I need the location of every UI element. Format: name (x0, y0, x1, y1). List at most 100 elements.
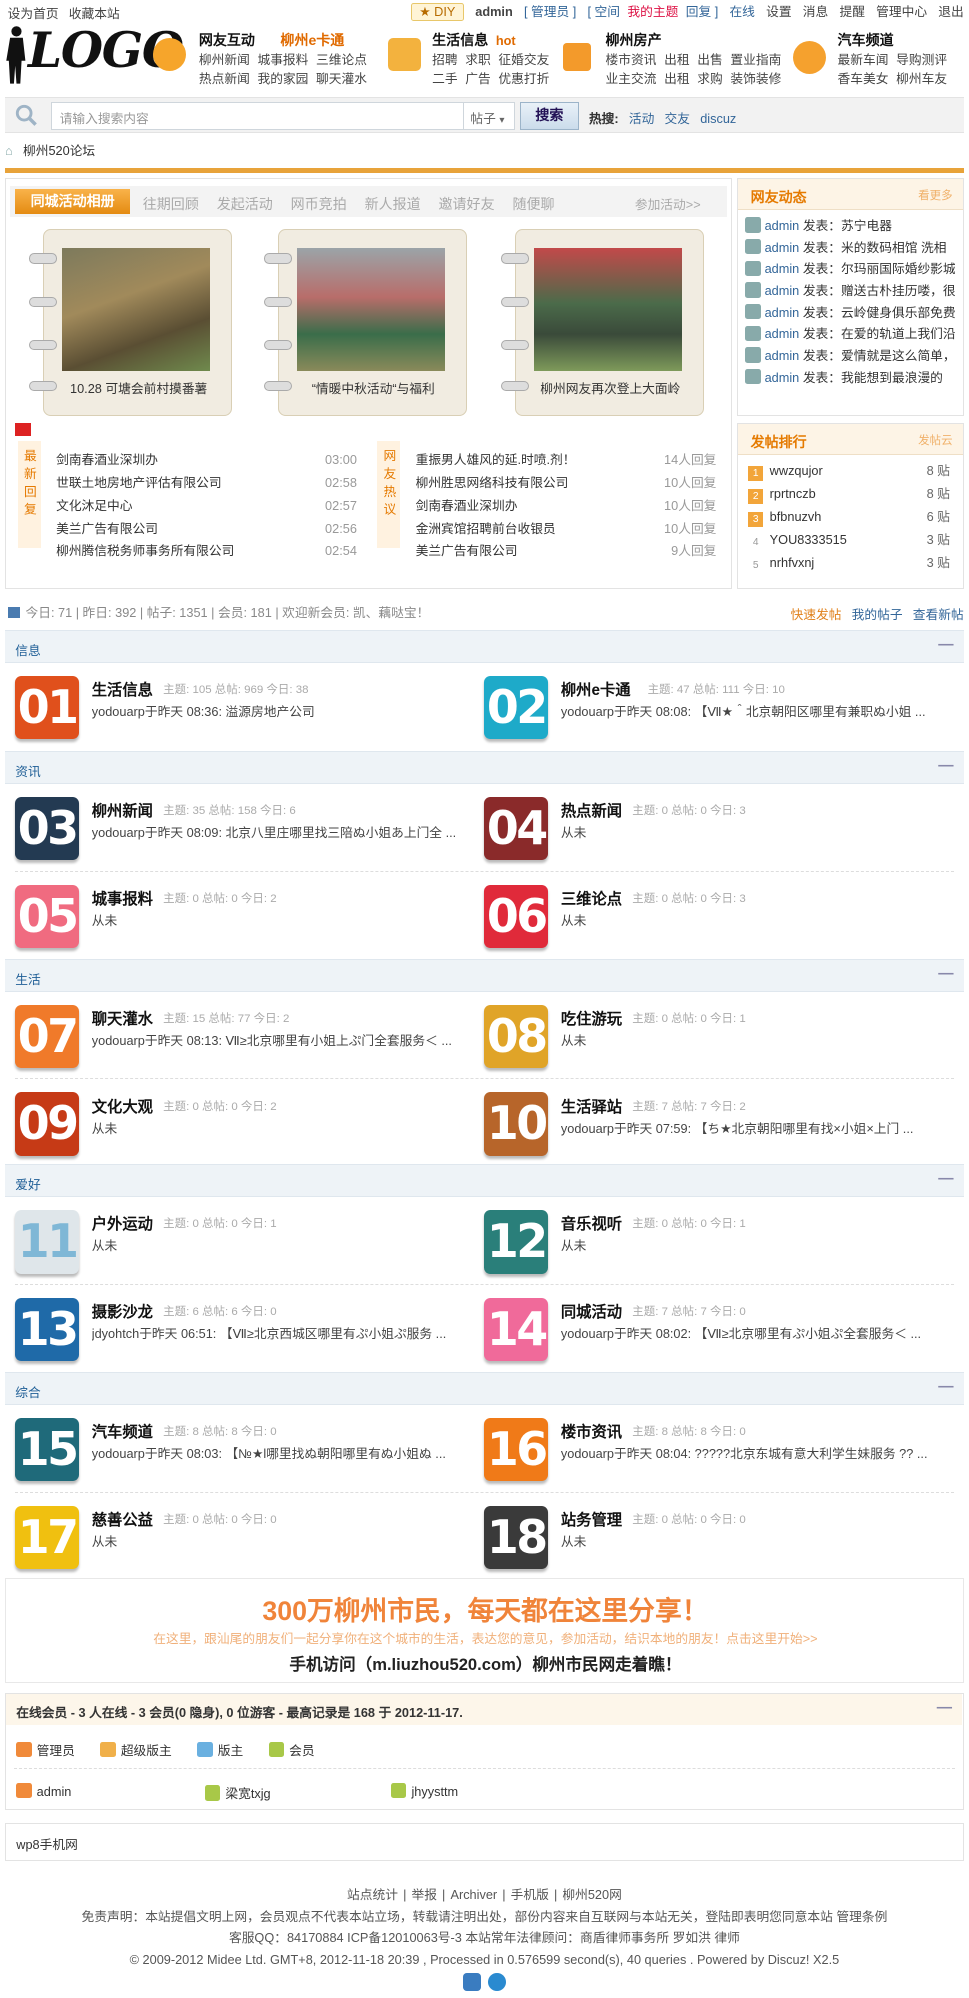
notices-link[interactable]: 提醒 (839, 4, 864, 19)
list-item[interactable]: 柳州腾信税务师事务所有限公司 02:54 (56, 540, 357, 563)
item-title[interactable]: 柳州腾信税务师事务所有限公司 (56, 543, 234, 558)
nav-link[interactable]: 城事报料 (257, 52, 308, 67)
forum-name[interactable]: 柳州新闻 (92, 799, 153, 821)
nav-link[interactable]: 聊天灌水 (316, 71, 367, 86)
forum-item[interactable]: 12 音乐视听 主题: 0 总帖: 0 今日: 1 从未 (474, 1200, 946, 1282)
forum-last-post[interactable]: 从未 (561, 1030, 943, 1049)
list-item[interactable]: 剑南春酒业深圳办 03:00 (56, 449, 357, 472)
feed-user[interactable]: admin (765, 261, 800, 276)
forum-number-icon[interactable]: 01 (15, 675, 79, 740)
nav-link[interactable]: 三维论点 (316, 52, 367, 67)
my-threads-link[interactable]: 我的主题 (627, 4, 678, 19)
nav-link[interactable]: 导购测评 (896, 52, 947, 67)
forum-number-icon[interactable]: 13 (15, 1297, 79, 1362)
feed-text[interactable]: 云岭健身俱乐部免费 (841, 305, 955, 320)
nav-title-car[interactable]: 汽车频道 (838, 32, 894, 48)
forum-last-post[interactable]: 从未 (561, 822, 943, 841)
nav-title-ecard[interactable]: 柳州e卡通 (280, 32, 344, 48)
forum-item[interactable]: 02 柳州e卡通 主题: 47 总帖: 111 今日: 10 yodouarp于昨天 … (474, 665, 946, 747)
forum-number-icon[interactable]: 06 (484, 884, 548, 949)
forum-last-post[interactable]: 从未 (92, 1118, 474, 1137)
feed-text[interactable]: 赠送古朴挂历喽，很 (841, 283, 955, 298)
forum-name[interactable]: 生活驿站 (561, 1095, 622, 1117)
footer-link[interactable]: Archiver (450, 1887, 497, 1902)
feed-text[interactable]: 苏宁电器 (841, 218, 892, 233)
collapse-icon[interactable]: — (938, 757, 953, 775)
photo-card[interactable]: “情暖中秋活动“与福利 (263, 229, 467, 416)
forum-number-icon[interactable]: 16 (484, 1417, 548, 1482)
feed-user[interactable]: admin (765, 326, 800, 341)
forum-number-icon[interactable]: 15 (15, 1417, 79, 1482)
promo-banner[interactable]: 300万柳州市民，每天都在这里分享！ 在这里，跟汕尾的朋友们一起分享你在这个城市… (5, 1578, 964, 1683)
forum-item[interactable]: 17 慈善公益 主题: 0 总帖: 0 今日: 0 从未 (5, 1495, 477, 1577)
forum-item[interactable]: 11 户外运动 主题: 0 总帖: 0 今日: 1 从未 (5, 1200, 477, 1282)
rank-item[interactable]: 4 YOU8333515 3 贴 (748, 529, 953, 552)
tab-activity-album[interactable]: 同城活动相册 (15, 188, 130, 215)
footer-link[interactable]: 手机版 (511, 1887, 549, 1902)
forum-number-icon[interactable]: 08 (484, 1004, 548, 1069)
forum-number-icon[interactable]: 17 (15, 1505, 79, 1570)
online-user[interactable]: 梁宽txjg (204, 1783, 271, 1802)
replies-link[interactable]: 回复 ] (686, 4, 719, 19)
rank-more-link[interactable]: 发帖云 (918, 432, 952, 448)
section-header[interactable]: 爱好 — (5, 1163, 964, 1198)
nav-link[interactable]: 优惠打折 (498, 71, 549, 86)
section-header[interactable]: 信息 — (5, 629, 964, 663)
forum-name[interactable]: 柳州e卡通 (561, 678, 631, 700)
collapse-icon[interactable]: — (938, 1170, 953, 1188)
forum-number-icon[interactable]: 04 (484, 796, 548, 861)
bookmark-link[interactable]: 收藏本站 (69, 6, 120, 21)
online-user[interactable]: jhyysttm (391, 1783, 458, 1799)
photo-card[interactable]: 10.28 可塘会前村摸番薯 (29, 229, 232, 416)
forum-item[interactable]: 04 热点新闻 主题: 0 总帖: 0 今日: 3 从未 (474, 787, 946, 869)
hot-search-link[interactable]: 活动 (629, 111, 654, 126)
forum-name[interactable]: 音乐视听 (561, 1212, 622, 1234)
forum-number-icon[interactable]: 09 (15, 1092, 79, 1157)
feed-text[interactable]: 在爱的轨道上我们沿 (841, 326, 955, 341)
forum-name[interactable]: 汽车频道 (92, 1420, 153, 1442)
item-title[interactable]: 美兰广告有限公司 (416, 543, 518, 558)
list-item[interactable]: 文化沐足中心 02:57 (56, 495, 357, 518)
footer-link[interactable]: 站点统计 (347, 1887, 398, 1902)
forum-number-icon[interactable]: 14 (484, 1297, 548, 1362)
feed-user[interactable]: admin (765, 348, 800, 363)
feed-text[interactable]: 尔玛丽国际婚纱影城 (841, 261, 955, 276)
nav-link[interactable]: 热点新闻 (199, 71, 250, 86)
friend-link[interactable]: wp8手机网 (16, 1837, 78, 1852)
forum-item[interactable]: 03 柳州新闻 主题: 35 总帖: 158 今日: 6 yodouarp于昨天 08… (5, 787, 477, 869)
forum-name[interactable]: 吃住游玩 (561, 1007, 622, 1029)
forum-number-icon[interactable]: 11 (15, 1209, 79, 1274)
feed-user[interactable]: admin (765, 370, 800, 385)
nav-link[interactable]: 求购 (697, 71, 722, 86)
messages-link[interactable]: 消息 (803, 4, 828, 19)
collapse-icon[interactable]: — (938, 965, 953, 983)
forum-name[interactable]: 摄影沙龙 (92, 1300, 153, 1322)
logout-link[interactable]: 退出 (938, 4, 963, 19)
online-username[interactable]: admin (37, 1784, 72, 1799)
item-title[interactable]: 世联土地房地产评估有限公司 (56, 475, 222, 490)
collapse-icon[interactable]: — (938, 636, 953, 654)
forum-item[interactable]: 09 文化大观 主题: 0 总帖: 0 今日: 2 从未 (5, 1082, 477, 1164)
verify-badge-icon[interactable] (488, 1973, 507, 1992)
section-header[interactable]: 资讯 — (5, 750, 964, 784)
tab-item[interactable]: 随便聊 (512, 194, 554, 214)
security-badge-icon[interactable] (462, 1973, 481, 1992)
role-link[interactable]: [ 管理员 ] (524, 4, 576, 19)
collapse-icon[interactable]: — (937, 1699, 952, 1717)
collapse-icon[interactable]: — (938, 1378, 953, 1396)
rank-user[interactable]: wwzqujor (770, 463, 823, 478)
item-title[interactable]: 文化沐足中心 (56, 498, 132, 513)
section-header[interactable]: 生活 — (5, 958, 964, 992)
rank-user[interactable]: YOU8333515 (770, 532, 847, 547)
photo-card[interactable]: 柳州网友再次登上大面岭 (500, 229, 704, 416)
admin-center-link[interactable]: 管理中心 (876, 4, 927, 19)
feed-user[interactable]: admin (765, 218, 800, 233)
my-posts-link[interactable]: 我的帖子 (852, 607, 903, 622)
feed-user[interactable]: admin (765, 305, 800, 320)
nav-link[interactable]: 最新车闻 (838, 52, 889, 67)
feed-text[interactable]: 我能想到最浪漫的 (841, 370, 943, 385)
feed-text[interactable]: 爱情就是这么简单， (841, 348, 955, 363)
nav-title-life[interactable]: 生活信息 (432, 32, 488, 48)
forum-name[interactable]: 三维论点 (561, 887, 622, 909)
nav-link[interactable]: 招聘 (432, 52, 457, 67)
